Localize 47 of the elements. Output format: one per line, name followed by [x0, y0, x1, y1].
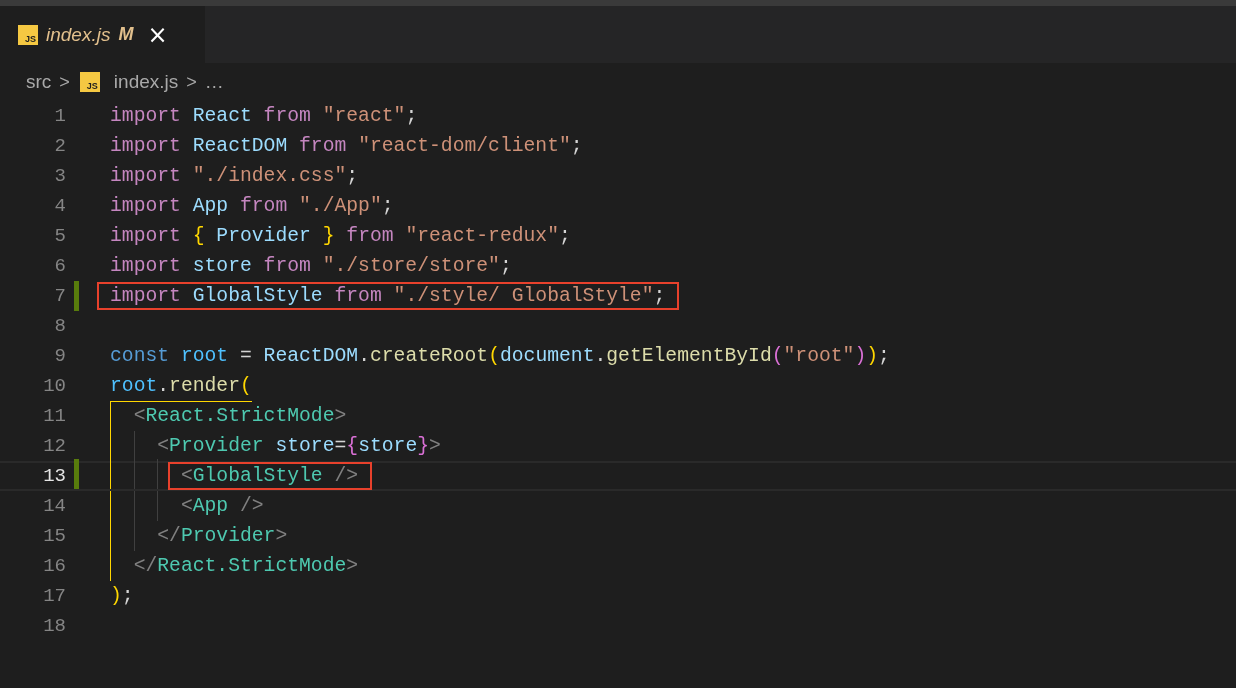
- code-line: <App />: [180, 495, 264, 517]
- line-number: 7: [53, 285, 66, 307]
- line-number: 18: [42, 615, 66, 637]
- code-line: import ReactDOM from "react-dom/client";: [110, 135, 583, 157]
- code-line: );: [110, 585, 134, 607]
- tab-label: index.js: [46, 23, 111, 46]
- chevron-icon: >: [186, 71, 197, 93]
- modified-indicator: M: [118, 24, 134, 45]
- code-line: <React.StrictMode>: [133, 405, 347, 427]
- code-line: import React from "react";: [110, 105, 418, 127]
- line-number: 2: [53, 135, 66, 157]
- line-number: 1: [53, 105, 66, 127]
- close-icon[interactable]: ×: [147, 22, 168, 47]
- line-number: 13: [42, 465, 66, 487]
- line-number: 9: [53, 345, 66, 367]
- line-number: 16: [42, 555, 66, 577]
- line-number: 14: [42, 495, 66, 517]
- line-number: 4: [53, 195, 66, 217]
- line-number: 15: [42, 525, 66, 547]
- breadcrumb-item[interactable]: src: [26, 71, 52, 93]
- breadcrumb-item[interactable]: index.js: [113, 71, 179, 93]
- chevron-icon: >: [59, 71, 70, 93]
- indent-guide: [157, 491, 159, 521]
- line-number: 12: [42, 435, 66, 457]
- code-line: <GlobalStyle />: [180, 465, 359, 487]
- code-line: import store from "./store/store";: [110, 255, 512, 277]
- line-number: 5: [53, 225, 66, 247]
- line-number: 3: [53, 165, 66, 187]
- javascript-file-icon: JS: [79, 72, 100, 92]
- code-line: root.render(: [110, 375, 252, 397]
- line-number: 17: [42, 585, 66, 607]
- line-number: 8: [53, 315, 66, 337]
- javascript-file-icon: JS: [18, 24, 38, 45]
- editor-tab[interactable]: JS index.js M ×: [0, 6, 205, 63]
- code-line: import { Provider } from "react-redux";: [110, 225, 571, 247]
- code-line: const root = ReactDOM.createRoot(document.getElementById("root"));: [110, 345, 890, 367]
- code-line: </Provider>: [157, 525, 288, 547]
- line-number: 6: [53, 255, 66, 277]
- line-number: 11: [42, 405, 66, 427]
- line-number: 10: [42, 375, 66, 397]
- code-line: import GlobalStyle from "./style/ GlobalStyle";: [110, 285, 666, 307]
- code-line: <Provider store={store}>: [157, 435, 441, 457]
- indent-guide: [157, 459, 159, 489]
- code-line: import "./index.css";: [110, 165, 359, 187]
- code-line: import App from "./App";: [110, 195, 394, 217]
- breadcrumb-item[interactable]: …: [204, 71, 224, 93]
- code-line: </React.StrictMode>: [133, 555, 359, 577]
